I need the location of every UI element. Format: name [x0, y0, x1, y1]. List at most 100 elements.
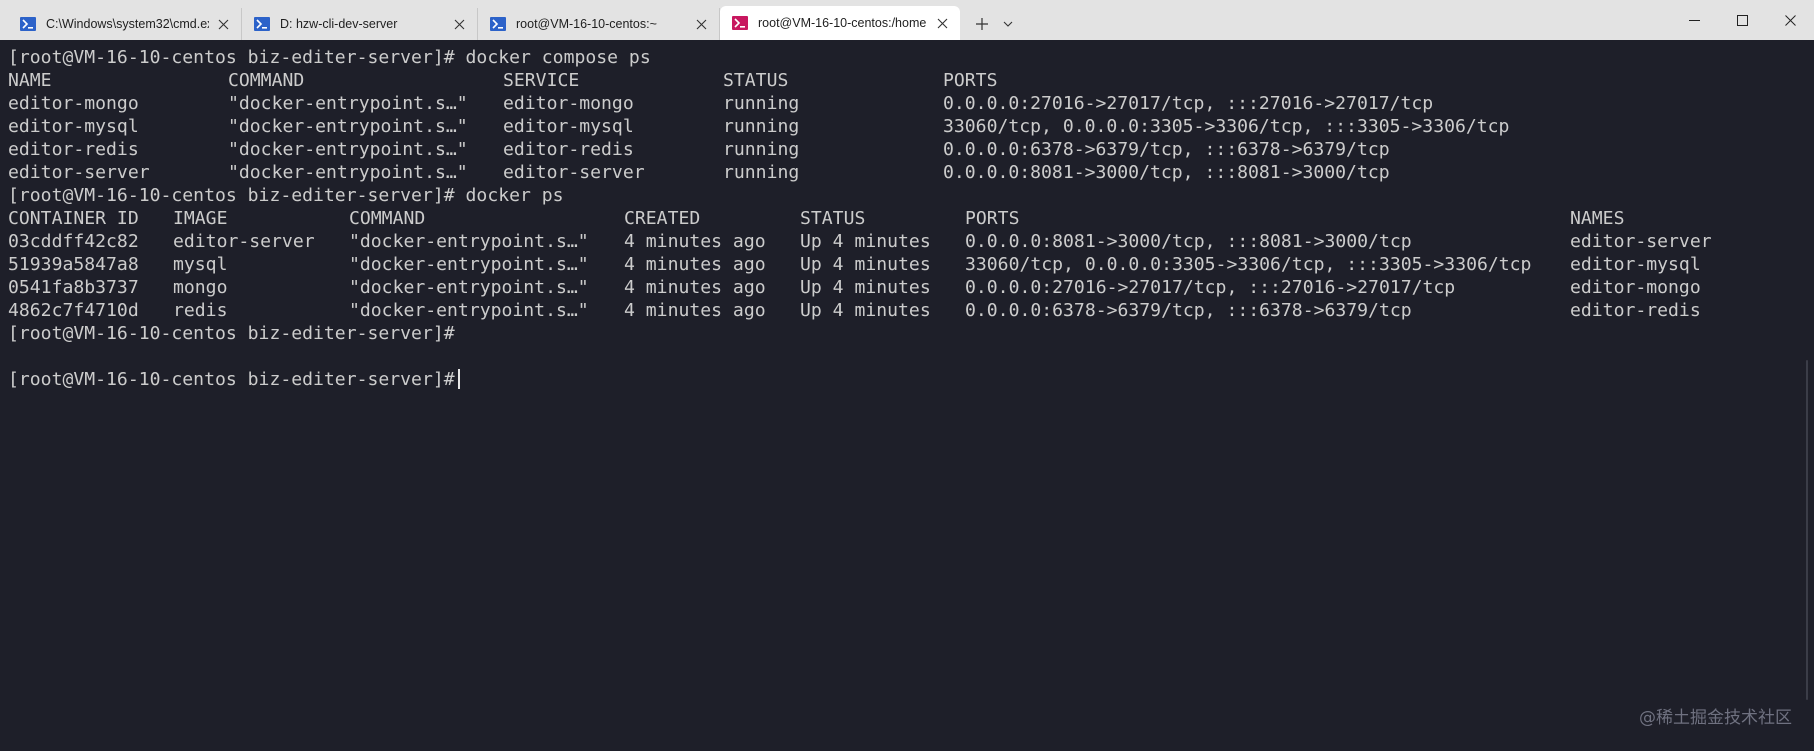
cell: redis [173, 300, 228, 321]
prompt: [root@VM-16-10-centos biz-editer-server]… [8, 47, 455, 68]
cell: 4 minutes ago [624, 231, 766, 252]
close-icon [1784, 14, 1796, 26]
cell: 03cddff42c82 [8, 231, 139, 252]
tab-root-home[interactable]: root@VM-16-10-centos:~ [478, 8, 720, 40]
column-header: COMMAND [349, 208, 426, 229]
ps-row: 4862c7f4710d redis "docker-entrypoint.s…… [8, 299, 1814, 322]
cell: editor-server [503, 162, 645, 183]
column-header: STATUS [800, 208, 866, 229]
scrollbar[interactable] [1806, 360, 1808, 700]
cell: 0.0.0.0:6378->6379/tcp, :::6378->6379/tc… [965, 300, 1412, 321]
ps-header-row: CONTAINER ID IMAGE COMMAND CREATED STATU… [8, 207, 1814, 230]
cell: Up 4 minutes [800, 254, 931, 275]
cell: editor-server [1570, 231, 1712, 252]
column-header: SERVICE [503, 70, 580, 91]
tab-strip: C:\Windows\system32\cmd.exe D: hzw-cli-d… [0, 0, 1018, 40]
column-header: NAME [8, 70, 52, 91]
cell: "docker-entrypoint.s…" [349, 231, 589, 252]
terminal-pink-icon [732, 16, 748, 30]
command: docker ps [454, 185, 564, 206]
maximize-button[interactable] [1718, 0, 1766, 40]
column-header: COMMAND [228, 70, 305, 91]
cell: editor-mongo [503, 93, 634, 114]
compose-row: editor-redis "docker-entrypoint.s…" edit… [8, 138, 1814, 161]
close-icon[interactable] [687, 10, 715, 38]
compose-row: editor-server "docker-entrypoint.s…" edi… [8, 161, 1814, 184]
terminal-line: [root@VM-16-10-centos biz-editer-server]… [8, 184, 1814, 207]
prompt: [root@VM-16-10-centos biz-editer-server]… [8, 185, 455, 206]
window-controls [1670, 0, 1814, 40]
column-header: NAMES [1570, 208, 1625, 229]
column-header: STATUS [723, 70, 789, 91]
maximize-icon [1736, 14, 1748, 26]
prompt: [root@VM-16-10-centos biz-editer-server]… [8, 323, 455, 344]
cell: editor-mongo [1570, 277, 1701, 298]
terminal-line: [root@VM-16-10-centos biz-editer-server]… [8, 368, 1814, 391]
cell: "docker-entrypoint.s…" [228, 139, 468, 160]
column-header: PORTS [943, 70, 998, 91]
cell: running [723, 162, 800, 183]
terminal-window: C:\Windows\system32\cmd.exe D: hzw-cli-d… [0, 0, 1814, 751]
cell: 33060/tcp, 0.0.0.0:3305->3306/tcp, :::33… [965, 254, 1532, 275]
close-icon[interactable] [928, 9, 956, 37]
cell: Up 4 minutes [800, 277, 931, 298]
compose-header-row: NAME COMMAND SERVICE STATUS PORTS [8, 69, 1814, 92]
cell: editor-redis [1570, 300, 1701, 321]
cell: editor-redis [503, 139, 634, 160]
close-icon[interactable] [445, 10, 473, 38]
cell: editor-server [8, 162, 150, 183]
cell: 0541fa8b3737 [8, 277, 139, 298]
minimize-icon [1688, 19, 1700, 21]
cell: editor-mysql [1570, 254, 1701, 275]
close-icon[interactable] [209, 10, 237, 38]
cell: 0.0.0.0:6378->6379/tcp, :::6378->6379/tc… [943, 139, 1390, 160]
compose-row: editor-mongo "docker-entrypoint.s…" edit… [8, 92, 1814, 115]
cell: "docker-entrypoint.s…" [228, 162, 468, 183]
tab-label: D: hzw-cli-dev-server [280, 17, 398, 31]
cell: 4 minutes ago [624, 254, 766, 275]
new-tab-button[interactable] [966, 8, 998, 40]
cell: mongo [173, 277, 228, 298]
compose-row: editor-mysql "docker-entrypoint.s…" edit… [8, 115, 1814, 138]
prompt: [root@VM-16-10-centos biz-editer-server]… [8, 369, 455, 390]
tab-hzw-cli-dev-server[interactable]: D: hzw-cli-dev-server [242, 8, 478, 40]
column-header: IMAGE [173, 208, 228, 229]
tab-label: root@VM-16-10-centos:/home [758, 16, 927, 30]
cell: 0.0.0.0:27016->27017/tcp, :::27016->2701… [965, 277, 1456, 298]
cell: 4 minutes ago [624, 300, 766, 321]
cell: 51939a5847a8 [8, 254, 139, 275]
tab-root-home-active[interactable]: root@VM-16-10-centos:/home [720, 6, 960, 40]
tab-bar: C:\Windows\system32\cmd.exe D: hzw-cli-d… [0, 0, 1814, 40]
command: docker compose ps [454, 47, 651, 68]
column-header: CREATED [624, 208, 701, 229]
cell: mysql [173, 254, 228, 275]
cell: editor-server [173, 231, 315, 252]
close-window-button[interactable] [1766, 0, 1814, 40]
terminal-blue-icon [20, 17, 36, 31]
chevron-down-icon [1003, 21, 1013, 27]
ps-row: 0541fa8b3737 mongo "docker-entrypoint.s…… [8, 276, 1814, 299]
cell: Up 4 minutes [800, 300, 931, 321]
terminal-output[interactable]: [root@VM-16-10-centos biz-editer-server]… [0, 40, 1814, 751]
cell: 4862c7f4710d [8, 300, 139, 321]
cell: 0.0.0.0:27016->27017/tcp, :::27016->2701… [943, 93, 1434, 114]
watermark: @稀土掘金技术社区 [1639, 708, 1792, 728]
minimize-button[interactable] [1670, 0, 1718, 40]
ps-row: 51939a5847a8 mysql "docker-entrypoint.s…… [8, 253, 1814, 276]
column-header: CONTAINER ID [8, 208, 139, 229]
cell: editor-mysql [503, 116, 634, 137]
tab-label: C:\Windows\system32\cmd.exe [46, 17, 209, 31]
cell: running [723, 139, 800, 160]
cell: "docker-entrypoint.s…" [349, 277, 589, 298]
plus-icon [976, 18, 988, 30]
cell: "docker-entrypoint.s…" [228, 116, 468, 137]
text-cursor [457, 369, 460, 389]
column-header: PORTS [965, 208, 1020, 229]
tab-dropdown-button[interactable] [998, 8, 1018, 40]
cell: "docker-entrypoint.s…" [349, 254, 589, 275]
cell: running [723, 93, 800, 114]
cell: running [723, 116, 800, 137]
tab-cmd[interactable]: C:\Windows\system32\cmd.exe [8, 8, 242, 40]
tab-label: root@VM-16-10-centos:~ [516, 17, 657, 31]
